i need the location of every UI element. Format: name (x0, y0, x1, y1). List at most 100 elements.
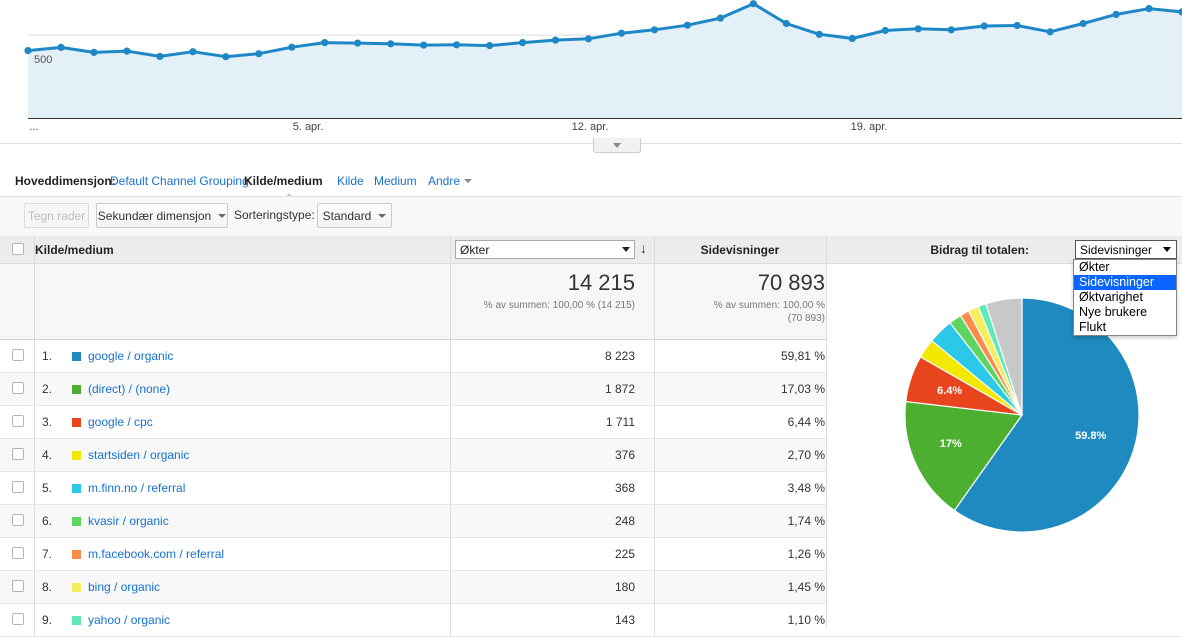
row-dimension-link[interactable]: startsiden / organic (88, 448, 189, 462)
totals-divider-3 (654, 264, 655, 339)
timeline-data-point[interactable] (57, 44, 64, 51)
timeline-data-point[interactable] (948, 26, 955, 33)
timeline-data-point[interactable] (981, 22, 988, 29)
axis-tick-0: ... (29, 121, 38, 133)
row-select-cell (0, 613, 35, 628)
plot-rows-button[interactable]: Tegn rader (24, 203, 89, 228)
contribution-metric-select[interactable]: Sidevisninger (1075, 240, 1177, 259)
sort-type-button[interactable]: Standard (317, 203, 392, 228)
row-color-swatch (72, 451, 81, 460)
row-checkbox[interactable] (12, 481, 24, 493)
row-pageviews-value: 17,03 % (655, 382, 825, 396)
timeline-data-point[interactable] (453, 41, 460, 48)
dropdown-option[interactable]: Øktvarighet (1074, 290, 1176, 305)
timeline-data-point[interactable] (882, 27, 889, 34)
dropdown-option[interactable]: Nye brukere (1074, 305, 1176, 320)
select-all-checkbox[interactable] (12, 243, 24, 255)
timeline-data-point[interactable] (816, 31, 823, 38)
row-dimension-link[interactable]: m.facebook.com / referral (88, 547, 224, 561)
chevron-down-icon (378, 214, 386, 218)
timeline-data-point[interactable] (354, 40, 361, 47)
contribution-metric-dropdown[interactable]: ØkterSidevisningerØktvarighetNye brukere… (1073, 259, 1177, 336)
timeline-data-point[interactable] (651, 26, 658, 33)
timeline-data-point[interactable] (123, 48, 130, 55)
dimension-link-andre[interactable]: Andre (428, 174, 472, 188)
chevron-down-icon (464, 179, 472, 183)
row-sessions-value: 1 711 (455, 415, 635, 429)
timeline-data-point[interactable] (1113, 11, 1120, 18)
row-checkbox[interactable] (12, 382, 24, 394)
row-dimension-link[interactable]: yahoo / organic (88, 613, 170, 627)
secondary-dimension-button[interactable]: Sekundær dimensjon (96, 203, 228, 228)
axis-tick-2: 12. apr. (572, 121, 609, 133)
row-checkbox[interactable] (12, 415, 24, 427)
row-divider-1 (34, 439, 35, 471)
header-divider-1 (34, 236, 35, 263)
timeline-data-point[interactable] (90, 49, 97, 56)
timeline-data-point[interactable] (189, 48, 196, 55)
timeline-divider (0, 143, 1182, 144)
row-dimension-link[interactable]: google / organic (88, 349, 173, 363)
sort-direction-icon[interactable]: ↓ (640, 241, 647, 255)
totals-pageviews-subtext-2: (70 893) (655, 313, 825, 326)
timeline-data-point[interactable] (24, 47, 31, 54)
select-all-cell (0, 243, 35, 258)
timeline-collapse-handle[interactable] (593, 138, 641, 153)
row-index: 2. (42, 382, 52, 396)
row-checkbox[interactable] (12, 580, 24, 592)
timeline-data-point[interactable] (717, 15, 724, 22)
timeline-data-point[interactable] (321, 39, 328, 46)
row-divider-2 (450, 439, 451, 471)
timeline-data-point[interactable] (915, 25, 922, 32)
timeline-data-point[interactable] (684, 22, 691, 29)
row-dimension-link[interactable]: google / cpc (88, 415, 153, 429)
timeline-data-point[interactable] (849, 35, 856, 42)
timeline-data-point[interactable] (387, 40, 394, 47)
totals-sessions-value: 14 215 (455, 270, 635, 296)
row-pageviews-value: 1,45 % (655, 580, 825, 594)
timeline-data-point[interactable] (156, 53, 163, 60)
sort-type-value: Standard (323, 209, 372, 223)
timeline-data-point[interactable] (585, 35, 592, 42)
metric-column-select[interactable]: Økter (455, 240, 635, 259)
timeline-data-point[interactable] (288, 44, 295, 51)
timeline-data-point[interactable] (255, 50, 262, 57)
timeline-data-point[interactable] (1047, 28, 1054, 35)
timeline-data-point[interactable] (519, 39, 526, 46)
primary-dimension-bar: Hoveddimensjon: Default Channel Grouping… (0, 168, 1182, 195)
row-divider-1 (34, 472, 35, 504)
timeline-data-point[interactable] (486, 42, 493, 49)
dimension-link-kilde[interactable]: Kilde (337, 174, 364, 188)
row-dimension-link[interactable]: bing / organic (88, 580, 160, 594)
dimension-link-default-channel-grouping[interactable]: Default Channel Grouping (110, 174, 249, 188)
dimension-link-kilde-medium[interactable]: Kilde/medium (244, 174, 323, 188)
row-checkbox[interactable] (12, 448, 24, 460)
timeline-chart[interactable] (0, 0, 1182, 122)
row-checkbox[interactable] (12, 613, 24, 625)
dropdown-option[interactable]: Sidevisninger (1074, 275, 1176, 290)
row-dimension-link[interactable]: kvasir / organic (88, 514, 169, 528)
row-checkbox[interactable] (12, 547, 24, 559)
timeline-data-point[interactable] (750, 0, 757, 7)
timeline-data-point[interactable] (1080, 20, 1087, 27)
row-sessions-value: 376 (455, 448, 635, 462)
dropdown-option[interactable]: Flukt (1074, 320, 1176, 335)
timeline-data-point[interactable] (1145, 5, 1152, 12)
row-checkbox[interactable] (12, 514, 24, 526)
timeline-y-axis-label: 500 (34, 54, 52, 66)
dimension-link-medium[interactable]: Medium (374, 174, 417, 188)
timeline-data-point[interactable] (783, 20, 790, 27)
dropdown-option[interactable]: Økter (1074, 260, 1176, 275)
row-dimension-link[interactable]: m.finn.no / referral (88, 481, 185, 495)
row-select-cell (0, 382, 35, 397)
timeline-data-point[interactable] (222, 53, 229, 60)
row-select-cell (0, 514, 35, 529)
row-divider-2 (450, 571, 451, 603)
timeline-data-point[interactable] (1014, 22, 1021, 29)
row-checkbox[interactable] (12, 349, 24, 361)
row-dimension-link[interactable]: (direct) / (none) (88, 382, 170, 396)
row-divider-3 (654, 571, 655, 603)
timeline-data-point[interactable] (552, 37, 559, 44)
timeline-data-point[interactable] (618, 30, 625, 37)
timeline-data-point[interactable] (420, 42, 427, 49)
